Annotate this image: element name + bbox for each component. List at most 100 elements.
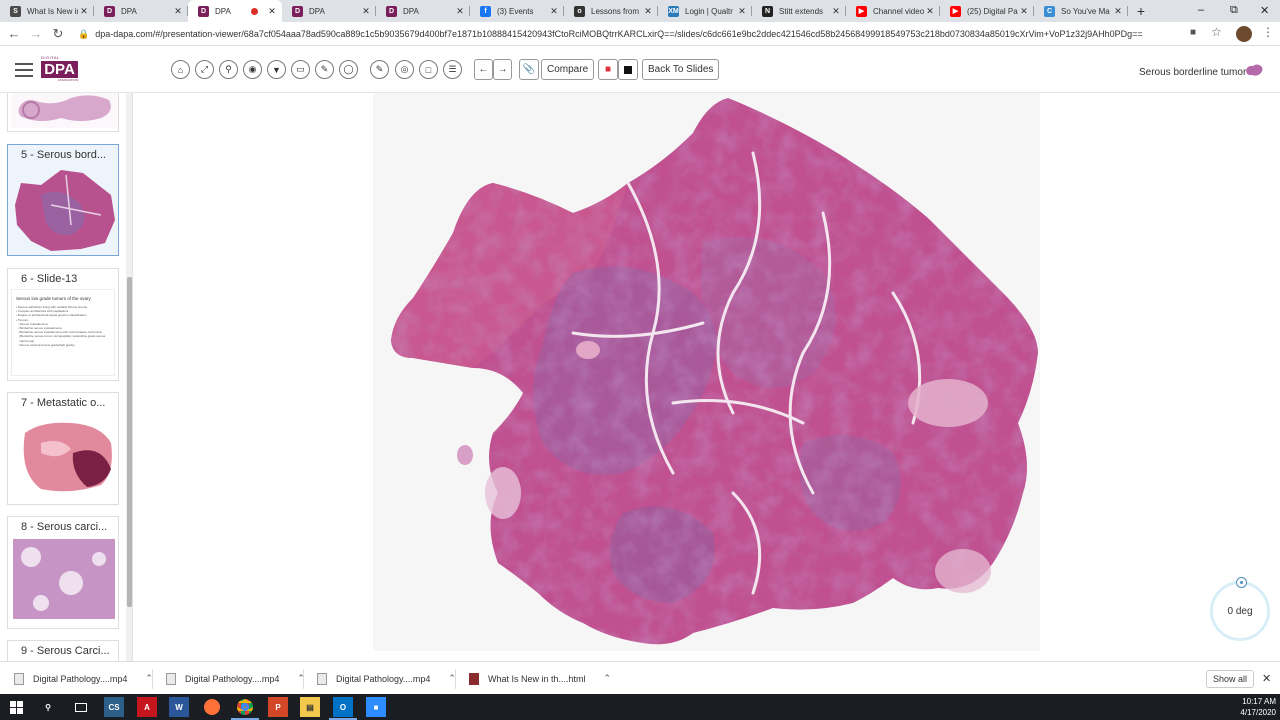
rectangle-tool-icon[interactable]: □	[419, 60, 438, 79]
fullscreen-icon[interactable]: ⤢	[195, 60, 214, 79]
chevron-up-icon[interactable]: ⌃	[604, 673, 612, 684]
camera-icon[interactable]: ◉	[243, 60, 262, 79]
windows-taskbar: ⚲ CS A W P ▤ O ■ 10:17 AM 4/17/2020	[0, 694, 1280, 720]
forward-arrow-icon[interactable]: →	[25, 26, 47, 41]
circle-tool-icon[interactable]: ◎	[395, 60, 414, 79]
filter-icon[interactable]: ▼	[267, 60, 286, 79]
prev-slide-arrow-icon[interactable]: ←	[474, 59, 493, 80]
tab-title: What Is New in	[27, 6, 78, 16]
show-all-button[interactable]: Show all	[1206, 670, 1254, 688]
close-window-icon[interactable]: ✕	[1260, 4, 1269, 17]
slide-card-5[interactable]: 5 - Serous bord...	[7, 144, 119, 256]
pencil-icon[interactable]: ✎	[315, 60, 334, 79]
back-arrow-icon[interactable]: ←	[3, 26, 25, 41]
browser-tab[interactable]: ▶ Channel video ✕	[846, 0, 940, 22]
close-tab-icon[interactable]: ✕	[1018, 6, 1030, 17]
slide-viewer[interactable]: 0 deg	[134, 93, 1280, 661]
browser-tab[interactable]: S What Is New in ✕	[0, 0, 94, 22]
download-item-4[interactable]: What Is New in th....html ⌃	[469, 662, 611, 695]
compare-button[interactable]: Compare	[541, 59, 595, 80]
new-tab-button[interactable]: +	[1128, 0, 1154, 22]
close-tab-icon[interactable]: ✕	[924, 6, 936, 17]
url-text: dpa-dapa.com/#/presentation-viewer/68a7c…	[95, 29, 1143, 39]
browser-tab[interactable]: C So You've Ma ✕	[1034, 0, 1128, 22]
word-icon[interactable]: W	[169, 697, 189, 717]
browser-tab[interactable]: D DPA ✕	[94, 0, 188, 22]
url-input[interactable]: 🔒 dpa-dapa.com/#/presentation-viewer/68a…	[78, 24, 1228, 44]
home-icon[interactable]: ⌂	[171, 60, 190, 79]
search-icon[interactable]: ⚲	[38, 697, 58, 717]
zoom-app-icon[interactable]: ■	[366, 697, 386, 717]
close-tab-icon[interactable]: ✕	[454, 6, 466, 17]
stop-icon[interactable]	[618, 59, 638, 80]
close-tab-icon[interactable]: ✕	[360, 6, 372, 17]
next-slide-arrow-icon[interactable]: →	[493, 59, 512, 80]
firefox-icon[interactable]	[202, 697, 222, 717]
site-icon: C	[1044, 5, 1055, 17]
dpa-logo[interactable]: DIGITAL PATHOLOGY DPA ASSOCIATION	[41, 55, 78, 83]
slide-thumbnail	[11, 413, 117, 500]
zoom-icon[interactable]: ⚲	[219, 60, 238, 79]
monitor-icon[interactable]: ▭	[291, 60, 310, 79]
close-tab-icon[interactable]: ✕	[830, 6, 842, 17]
browser-tab[interactable]: D DPA ✕	[282, 0, 376, 22]
lock-icon: 🔒	[78, 28, 90, 39]
browser-tab[interactable]: N Stitt extends ✕	[752, 0, 846, 22]
camera-permission-icon[interactable]: ■	[1190, 27, 1196, 38]
windows-start-icon[interactable]	[6, 697, 26, 717]
browser-tab[interactable]: D DPA ✕	[376, 0, 470, 22]
tissue-section-image[interactable]	[373, 93, 1040, 651]
powerpoint-icon[interactable]: P	[268, 697, 288, 717]
slide-card-4[interactable]	[7, 93, 119, 132]
close-tab-icon[interactable]: ✕	[736, 6, 748, 17]
browser-tab[interactable]: f (3) Events ✕	[470, 0, 564, 22]
browser-tab[interactable]: ▶ (25) Digital Pa ✕	[940, 0, 1034, 22]
file-explorer-icon[interactable]: ▤	[300, 697, 320, 717]
close-tab-icon[interactable]: ✕	[266, 6, 278, 17]
minimize-icon[interactable]: –	[1198, 4, 1204, 16]
freehand-icon[interactable]: ◯	[339, 60, 358, 79]
annotation-edit-icon[interactable]: ✎	[370, 60, 389, 79]
slide-card-8[interactable]: 8 - Serous carci...	[7, 516, 119, 629]
bookmark-star-icon[interactable]: ☆	[1211, 25, 1222, 39]
camtasia-icon[interactable]: CS	[104, 697, 124, 717]
attachment-icon[interactable]: 📎	[519, 59, 539, 80]
slide-card-label: 8 - Serous carci...	[21, 521, 108, 533]
sidebar-scrollbar-thumb[interactable]	[127, 277, 132, 607]
download-item-1[interactable]: Digital Pathology....mp4 ⌃	[14, 662, 153, 695]
close-tab-icon[interactable]: ✕	[1112, 6, 1124, 17]
browser-tab[interactable]: D DPA ✕	[188, 0, 282, 22]
record-video-icon[interactable]: ■	[598, 59, 618, 80]
browser-menu-icon[interactable]: ⋮	[1262, 25, 1274, 39]
browser-tab[interactable]: XM Login | Qualtr ✕	[658, 0, 752, 22]
browser-tab[interactable]: o Lessons from ✕	[564, 0, 658, 22]
download-filename: Digital Pathology....mp4	[336, 673, 431, 684]
download-filename: Digital Pathology....mp4	[185, 673, 280, 684]
restore-icon[interactable]: ⧉	[1230, 4, 1238, 17]
slide-card-7[interactable]: 7 - Metastatic o...	[7, 392, 119, 505]
download-item-3[interactable]: Digital Pathology....mp4 ⌃	[317, 662, 456, 695]
slide-card-6[interactable]: 6 - Slide-13 Serous low grade tumors of …	[7, 268, 119, 381]
close-tab-icon[interactable]: ✕	[642, 6, 654, 17]
outlook-icon[interactable]: O	[329, 697, 357, 720]
back-to-slides-button[interactable]: Back To Slides	[642, 59, 720, 80]
reload-icon[interactable]: ↻	[47, 26, 69, 42]
close-tab-icon[interactable]: ✕	[172, 6, 184, 17]
profile-avatar[interactable]	[1236, 26, 1252, 42]
rotation-handle-icon[interactable]	[1236, 577, 1247, 588]
download-item-2[interactable]: Digital Pathology....mp4 ⌃	[166, 662, 305, 695]
list-icon[interactable]: ☰	[443, 60, 462, 79]
hamburger-menu-icon[interactable]	[15, 59, 33, 79]
system-clock[interactable]: 10:17 AM 4/17/2020	[1230, 696, 1276, 718]
close-tab-icon[interactable]: ✕	[78, 6, 90, 17]
download-filename: Digital Pathology....mp4	[33, 673, 128, 684]
close-icon[interactable]: ✕	[1262, 672, 1271, 685]
slide-document-thumbnail: Serous low grade tumors of the ovary • S…	[11, 289, 115, 376]
task-view-icon[interactable]	[71, 697, 91, 717]
acrobat-icon[interactable]: A	[137, 697, 157, 717]
slide-card-9[interactable]: 9 - Serous Carci...	[7, 640, 119, 661]
rotation-widget[interactable]: 0 deg	[1210, 581, 1270, 641]
tab-title: DPA	[309, 6, 325, 16]
chrome-icon[interactable]	[231, 697, 259, 720]
close-tab-icon[interactable]: ✕	[548, 6, 560, 17]
